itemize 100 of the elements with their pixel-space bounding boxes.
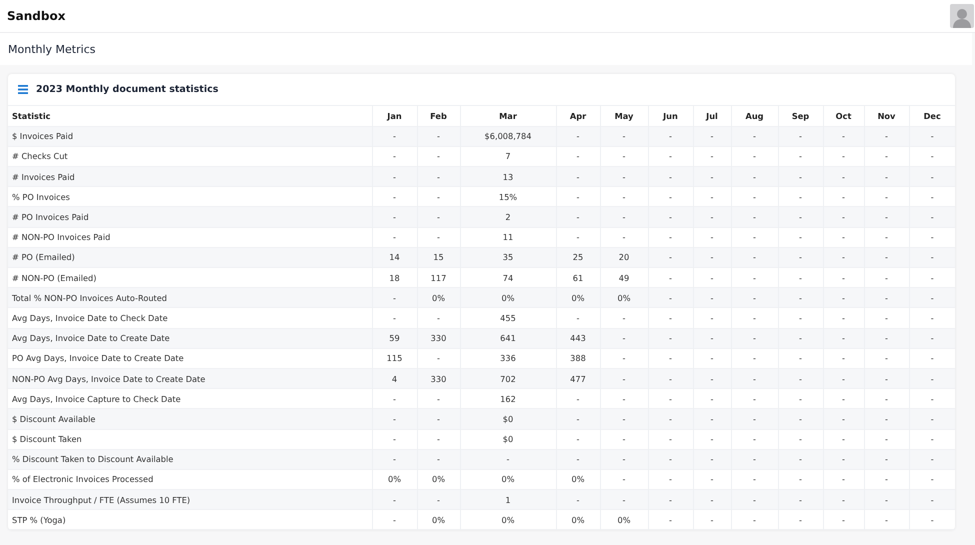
value-cell: - bbox=[600, 490, 648, 510]
value-cell: - bbox=[823, 227, 864, 248]
value-cell: - bbox=[731, 429, 778, 450]
value-cell: - bbox=[823, 510, 864, 530]
value-cell: - bbox=[823, 449, 864, 470]
value-cell: - bbox=[778, 328, 823, 348]
value-cell: - bbox=[648, 328, 693, 348]
value-cell: - bbox=[778, 247, 823, 268]
value-cell: - bbox=[417, 308, 460, 328]
value-cell: - bbox=[864, 247, 909, 268]
value-cell: - bbox=[823, 408, 864, 429]
value-cell: 11 bbox=[460, 227, 556, 248]
value-cell: 388 bbox=[556, 348, 600, 368]
value-cell: - bbox=[823, 368, 864, 389]
value-cell: - bbox=[600, 328, 648, 348]
statistic-cell: # Checks Cut bbox=[8, 146, 372, 167]
value-cell: - bbox=[600, 206, 648, 228]
value-cell: - bbox=[600, 449, 648, 470]
value-cell: - bbox=[693, 368, 731, 389]
value-cell: 336 bbox=[460, 348, 556, 368]
value-cell: - bbox=[460, 449, 556, 470]
card-title: 2023 Monthly document statistics bbox=[36, 84, 218, 95]
menu-icon[interactable] bbox=[18, 85, 28, 94]
statistic-cell: $ Discount Available bbox=[8, 408, 372, 429]
value-cell: - bbox=[693, 206, 731, 228]
value-cell: - bbox=[648, 206, 693, 228]
value-cell: 330 bbox=[417, 368, 460, 389]
statistic-cell: % of Electronic Invoices Processed bbox=[8, 469, 372, 490]
column-header: Jul bbox=[693, 106, 731, 126]
value-cell: - bbox=[864, 368, 909, 389]
value-cell: 0% bbox=[556, 288, 600, 308]
value-cell: - bbox=[778, 368, 823, 389]
value-cell: - bbox=[864, 288, 909, 308]
value-cell: - bbox=[693, 227, 731, 248]
column-header: Sep bbox=[778, 106, 823, 126]
value-cell: - bbox=[600, 227, 648, 248]
value-cell: - bbox=[648, 368, 693, 389]
value-cell: - bbox=[778, 348, 823, 368]
value-cell: - bbox=[731, 227, 778, 248]
value-cell: - bbox=[778, 510, 823, 530]
value-cell: 0% bbox=[460, 510, 556, 530]
column-header: Feb bbox=[417, 106, 460, 126]
statistic-cell: # PO Invoices Paid bbox=[8, 206, 372, 228]
value-cell: 25 bbox=[556, 247, 600, 268]
value-cell: - bbox=[778, 206, 823, 228]
value-cell: - bbox=[693, 348, 731, 368]
page-title: Monthly Metrics bbox=[8, 42, 96, 56]
value-cell: - bbox=[372, 510, 417, 530]
value-cell: - bbox=[417, 408, 460, 429]
column-header: Nov bbox=[864, 106, 909, 126]
value-cell: - bbox=[731, 288, 778, 308]
value-cell: - bbox=[778, 166, 823, 187]
column-header: Mar bbox=[460, 106, 556, 126]
statistic-cell: Total % NON-PO Invoices Auto-Routed bbox=[8, 288, 372, 308]
value-cell: - bbox=[417, 166, 460, 187]
statistic-cell: Invoice Throughput / FTE (Assumes 10 FTE) bbox=[8, 490, 372, 510]
value-cell: - bbox=[372, 227, 417, 248]
value-cell: - bbox=[864, 429, 909, 450]
value-cell: - bbox=[823, 348, 864, 368]
value-cell: - bbox=[417, 429, 460, 450]
value-cell: 0% bbox=[417, 288, 460, 308]
value-cell: - bbox=[909, 308, 955, 328]
value-cell: - bbox=[600, 368, 648, 389]
value-cell: - bbox=[909, 166, 955, 187]
value-cell: - bbox=[909, 510, 955, 530]
value-cell: 0% bbox=[600, 510, 648, 530]
value-cell: - bbox=[693, 490, 731, 510]
value-cell: - bbox=[417, 490, 460, 510]
value-cell: - bbox=[417, 206, 460, 228]
value-cell: - bbox=[556, 126, 600, 146]
app-title: Sandbox bbox=[7, 9, 66, 23]
value-cell: $0 bbox=[460, 408, 556, 429]
value-cell: - bbox=[864, 490, 909, 510]
value-cell: - bbox=[731, 408, 778, 429]
value-cell: - bbox=[731, 247, 778, 268]
value-cell: - bbox=[372, 408, 417, 429]
value-cell: - bbox=[693, 328, 731, 348]
value-cell: 0% bbox=[417, 510, 460, 530]
value-cell: - bbox=[600, 429, 648, 450]
value-cell: 4 bbox=[372, 368, 417, 389]
value-cell: $0 bbox=[460, 429, 556, 450]
value-cell: - bbox=[731, 490, 778, 510]
value-cell: - bbox=[909, 368, 955, 389]
value-cell: - bbox=[909, 126, 955, 146]
value-cell: - bbox=[864, 408, 909, 429]
value-cell: - bbox=[778, 126, 823, 146]
value-cell: - bbox=[372, 206, 417, 228]
value-cell: - bbox=[648, 449, 693, 470]
value-cell: - bbox=[693, 288, 731, 308]
value-cell: - bbox=[823, 126, 864, 146]
statistic-cell: # NON-PO Invoices Paid bbox=[8, 227, 372, 248]
value-cell: - bbox=[417, 348, 460, 368]
value-cell: - bbox=[648, 126, 693, 146]
value-cell: 702 bbox=[460, 368, 556, 389]
value-cell: - bbox=[864, 348, 909, 368]
value-cell: - bbox=[372, 288, 417, 308]
value-cell: - bbox=[864, 328, 909, 348]
value-cell: 15 bbox=[417, 247, 460, 268]
value-cell: - bbox=[417, 449, 460, 470]
value-cell: - bbox=[909, 429, 955, 450]
